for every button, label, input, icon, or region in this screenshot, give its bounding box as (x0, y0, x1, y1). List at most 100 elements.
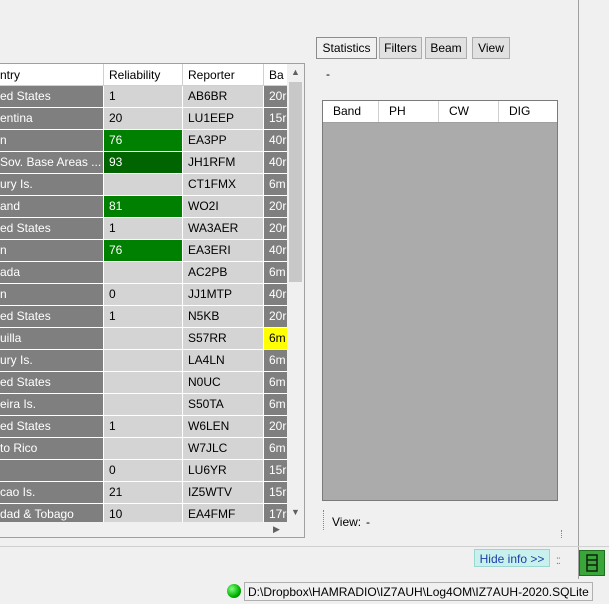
reliability-cell: 0 (104, 284, 182, 305)
column-header-cw[interactable]: CW (439, 101, 499, 122)
tab-filters[interactable]: Filters (379, 37, 422, 59)
table-row[interactable]: eira Is. S50TA 6m (0, 394, 287, 416)
spots-grid: ntry Reliability Reporter Ba ed States 1 A… (0, 63, 305, 538)
band-cell: 17r (264, 504, 287, 522)
reporter-cell: WA3AER (183, 218, 263, 239)
reporter-cell: JJ1MTP (183, 284, 263, 305)
tab-beam[interactable]: Beam (425, 37, 467, 59)
column-header-band-stats[interactable]: Band (323, 101, 379, 122)
band-cell: 20r (264, 218, 287, 239)
scroll-down-icon[interactable]: ▼ (291, 507, 300, 517)
country-cell: ada (0, 262, 103, 283)
table-row[interactable]: ada AC2PB 6m (0, 262, 287, 284)
table-row[interactable]: entina 20 LU1EEP 15r (0, 108, 287, 130)
reliability-cell: 21 (104, 482, 182, 503)
band-stats-table: Band PH CW DIG (322, 100, 558, 501)
table-row[interactable]: uilla S57RR 6m (0, 328, 287, 350)
country-cell: ed States (0, 306, 103, 327)
table-row[interactable]: ed States 1 N5KB 20r (0, 306, 287, 328)
panels-icon (586, 554, 598, 572)
band-cell: 40r (264, 130, 287, 151)
table-row[interactable]: n 76 EA3PP 40r (0, 130, 287, 152)
table-row[interactable]: dad & Tobago 10 EA4FMF 17r (0, 504, 287, 522)
table-row[interactable]: 0 LU6YR 15r (0, 460, 287, 482)
reliability-cell: 93 (104, 152, 182, 173)
status-bar: D:\Dropbox\HAMRADIO\IZ7AUH\Log4OM\IZ7AUH… (0, 579, 609, 604)
table-row[interactable]: Sov. Base Areas ... 93 JH1RFM 40r (0, 152, 287, 174)
horizontal-scrollbar[interactable]: ▶ (0, 522, 287, 537)
reporter-cell: EA4FMF (183, 504, 263, 522)
column-header-band[interactable]: Ba (264, 64, 287, 86)
table-row[interactable]: n 0 JJ1MTP 40r (0, 284, 287, 306)
scroll-right-icon[interactable]: ▶ (273, 524, 280, 535)
reporter-cell: WO2I (183, 196, 263, 217)
country-cell (0, 460, 103, 481)
reliability-cell (104, 438, 182, 459)
table-row[interactable]: ed States 1 AB6BR 20r (0, 86, 287, 108)
band-cell: 20r (264, 306, 287, 327)
scroll-up-icon[interactable]: ▲ (291, 67, 300, 77)
window-edge (578, 0, 579, 579)
table-row[interactable]: ury Is. LA4LN 6m (0, 350, 287, 372)
reliability-cell: 76 (104, 130, 182, 151)
db-path: D:\Dropbox\HAMRADIO\IZ7AUH\Log4OM\IZ7AUH… (244, 582, 593, 601)
band-cell: 20r (264, 196, 287, 217)
view-label: View: (332, 515, 362, 529)
reliability-cell: 0 (104, 460, 182, 481)
country-cell: ury Is. (0, 174, 103, 195)
reliability-cell: 1 (104, 416, 182, 437)
table-row[interactable]: n 76 EA3ERI 40r (0, 240, 287, 262)
reporter-cell: W6LEN (183, 416, 263, 437)
country-cell: entina (0, 108, 103, 129)
reliability-cell: 10 (104, 504, 182, 522)
band-stats-header: Band PH CW DIG (323, 101, 557, 123)
reliability-cell (104, 262, 182, 283)
country-cell: ed States (0, 372, 103, 393)
reporter-cell: EA3ERI (183, 240, 263, 261)
band-cell: 20r (264, 416, 287, 437)
table-row[interactable]: ed States 1 W6LEN 20r (0, 416, 287, 438)
db-status-icon (227, 584, 241, 598)
table-row[interactable]: and 81 WO2I 20r (0, 196, 287, 218)
reliability-cell (104, 328, 182, 349)
column-header-country[interactable]: ntry (0, 64, 104, 86)
layout-toggle-button[interactable] (579, 550, 605, 576)
reliability-cell: 81 (104, 196, 182, 217)
table-row[interactable]: to Rico W7JLC 6m (0, 438, 287, 460)
country-cell: eira Is. (0, 394, 103, 415)
country-cell: n (0, 130, 103, 151)
vertical-scrollbar[interactable]: ▲ ▼ (287, 64, 304, 522)
band-cell: 6m (264, 262, 287, 283)
table-row[interactable]: ury Is. CT1FMX 6m (0, 174, 287, 196)
reporter-cell: W7JLC (183, 438, 263, 459)
table-row[interactable]: ed States N0UC 6m (0, 372, 287, 394)
column-header-ph[interactable]: PH (379, 101, 439, 122)
table-row[interactable]: ed States 1 WA3AER 20r (0, 218, 287, 240)
country-cell: Sov. Base Areas ... (0, 152, 103, 173)
view-value: - (366, 515, 370, 529)
band-cell: 20r (264, 86, 287, 107)
reliability-cell: 1 (104, 218, 182, 239)
reporter-cell: EA3PP (183, 130, 263, 151)
table-row[interactable]: cao Is. 21 IZ5WTV 15r (0, 482, 287, 504)
hide-info-button[interactable]: Hide info >> (474, 549, 550, 567)
country-cell: to Rico (0, 438, 103, 459)
band-cell: 40r (264, 240, 287, 261)
reporter-cell: AB6BR (183, 86, 263, 107)
country-cell: n (0, 240, 103, 261)
column-header-dig[interactable]: DIG (499, 101, 557, 122)
resize-grip[interactable] (561, 530, 563, 538)
band-cell: 6m (264, 350, 287, 371)
reporter-cell: CT1FMX (183, 174, 263, 195)
scrollbar-thumb[interactable] (289, 82, 302, 282)
column-header-reporter[interactable]: Reporter (183, 64, 264, 86)
band-cell: 40r (264, 284, 287, 305)
country-cell: ed States (0, 416, 103, 437)
scrollbar-corner (287, 522, 304, 537)
country-cell: cao Is. (0, 482, 103, 503)
tab-statistics[interactable]: Statistics (316, 37, 377, 59)
band-cell: 15r (264, 460, 287, 481)
tab-view[interactable]: View (472, 37, 510, 59)
column-header-reliability[interactable]: Reliability (104, 64, 183, 86)
reliability-cell: 20 (104, 108, 182, 129)
